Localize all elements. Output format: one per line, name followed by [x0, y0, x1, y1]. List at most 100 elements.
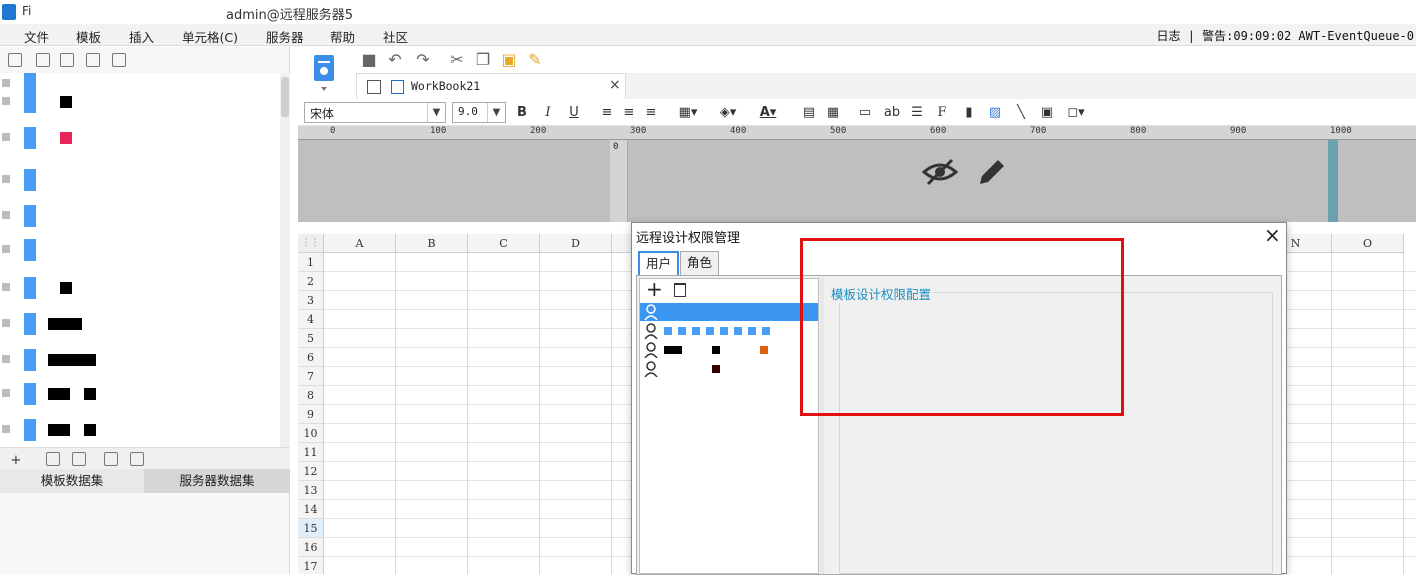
row-header[interactable]: 10: [298, 424, 324, 443]
tree-item[interactable]: [0, 383, 280, 405]
bold-button[interactable]: B: [514, 104, 530, 122]
copy-icon[interactable]: ❐: [474, 51, 492, 69]
fill-color-icon[interactable]: ◈▾: [714, 104, 742, 122]
user-list-item[interactable]: [640, 341, 818, 359]
tree-item[interactable]: [0, 205, 280, 227]
column-header[interactable]: B: [396, 234, 468, 253]
font-color-icon[interactable]: A▾: [754, 104, 782, 122]
tab-template-dataset[interactable]: 模板数据集: [0, 469, 144, 493]
subreport-icon[interactable]: ▣: [1038, 104, 1056, 122]
menu-insert[interactable]: 插入: [129, 27, 154, 46]
tree-item[interactable]: [0, 127, 280, 149]
row-header-selected[interactable]: 15: [298, 519, 324, 538]
row-header[interactable]: 5: [298, 329, 324, 348]
redo-icon[interactable]: ↷: [414, 51, 432, 69]
row-header[interactable]: 1: [298, 253, 324, 272]
tree-item[interactable]: [0, 277, 280, 299]
copy-icon[interactable]: [112, 53, 126, 67]
tree-item[interactable]: [0, 419, 280, 441]
preview-dataset-icon[interactable]: [104, 452, 118, 466]
row-header[interactable]: 16: [298, 538, 324, 557]
image-icon[interactable]: ▨: [986, 104, 1004, 122]
column-header[interactable]: C: [468, 234, 540, 253]
window-title: admin@远程服务器5: [226, 8, 354, 23]
delete-dataset-icon[interactable]: [72, 452, 86, 466]
edit-dataset-icon[interactable]: [46, 452, 60, 466]
menu-cell[interactable]: 单元格(C): [182, 27, 238, 46]
italic-button[interactable]: I: [540, 104, 556, 122]
menu-file[interactable]: 文件: [24, 27, 49, 46]
chart-icon[interactable]: ▮: [960, 104, 978, 122]
new-folder-icon[interactable]: [8, 53, 22, 67]
column-header[interactable]: O: [1332, 234, 1404, 253]
menu-template[interactable]: 模板: [76, 27, 101, 46]
font-name-select[interactable]: 宋体 ▼: [304, 102, 446, 123]
row-header[interactable]: 17: [298, 557, 324, 574]
row-header[interactable]: 6: [298, 348, 324, 367]
text-icon[interactable]: ab: [882, 104, 902, 122]
settings-icon[interactable]: [60, 53, 74, 67]
menu-help[interactable]: 帮助: [330, 27, 355, 46]
row-header[interactable]: 4: [298, 310, 324, 329]
paste-icon[interactable]: ▣: [500, 51, 518, 69]
tree-item[interactable]: [0, 169, 280, 191]
tree-item[interactable]: [0, 239, 280, 261]
row-header[interactable]: 7: [298, 367, 324, 386]
align-center-icon[interactable]: ≡: [620, 104, 638, 122]
tab-server-dataset[interactable]: 服务器数据集: [144, 469, 290, 493]
merge-cells-icon[interactable]: ▤: [800, 104, 818, 122]
slash-icon[interactable]: ╲: [1012, 104, 1030, 122]
row-header[interactable]: 14: [298, 500, 324, 519]
row-header[interactable]: 8: [298, 386, 324, 405]
close-tab-button[interactable]: ×: [609, 77, 621, 93]
column-header[interactable]: A: [324, 234, 396, 253]
menu-server[interactable]: 服务器: [266, 27, 304, 46]
user-list-item[interactable]: [640, 303, 818, 321]
undo-icon[interactable]: ↶: [386, 51, 404, 69]
split-cells-icon[interactable]: ▦: [824, 104, 842, 122]
user-list-item[interactable]: [640, 360, 818, 378]
tab-roles[interactable]: 角色: [680, 251, 720, 275]
align-left-icon[interactable]: ≡: [598, 104, 616, 122]
scroll-thumb[interactable]: [281, 77, 289, 117]
border-icon[interactable]: ▦▾: [674, 104, 702, 122]
hide-eye-icon[interactable]: [921, 156, 959, 188]
row-header[interactable]: 11: [298, 443, 324, 462]
pencil-icon[interactable]: [976, 156, 1008, 188]
align-right-icon[interactable]: ≡: [642, 104, 660, 122]
status-log[interactable]: 日志 | 警告:09:09:02 AWT-EventQueue-0: [1156, 27, 1414, 44]
column-header[interactable]: D: [540, 234, 612, 253]
row-header[interactable]: 13: [298, 481, 324, 500]
user-list-item[interactable]: [640, 322, 818, 340]
more-icon[interactable]: ◻▾: [1064, 104, 1088, 122]
tree-item[interactable]: [0, 313, 280, 335]
tree-item[interactable]: [0, 349, 280, 371]
edit-icon[interactable]: [36, 53, 50, 67]
cut-icon[interactable]: ✂: [448, 51, 466, 69]
row-header[interactable]: 9: [298, 405, 324, 424]
format-painter-icon[interactable]: ✎: [526, 51, 544, 69]
row-header[interactable]: 2: [298, 272, 324, 291]
row-header[interactable]: 3: [298, 291, 324, 310]
format-toolbar: 宋体 ▼ 9.0 ▼ B I U ≡ ≡ ≡ ▦▾ ◈▾ A▾ ▤ ▦ ▭ ab…: [298, 100, 1416, 126]
add-dataset-icon[interactable]: +: [6, 452, 26, 470]
save-icon[interactable]: ■: [360, 51, 378, 69]
delete-user-icon[interactable]: [674, 283, 686, 297]
dataset-settings-icon[interactable]: [130, 452, 144, 466]
menu-community[interactable]: 社区: [383, 27, 408, 46]
delete-icon[interactable]: [86, 53, 100, 67]
tree-item[interactable]: [0, 91, 280, 113]
formula-icon[interactable]: F: [932, 104, 952, 122]
underline-button[interactable]: U: [566, 104, 582, 122]
tab-workbook[interactable]: WorkBook21 ×: [356, 73, 626, 99]
paragraph-icon[interactable]: ☰: [908, 104, 926, 122]
select-all-corner[interactable]: ⋮⋮: [298, 234, 324, 253]
font-size-select[interactable]: 9.0 ▼: [452, 102, 506, 123]
tree-scrollbar[interactable]: [280, 73, 290, 459]
row-header[interactable]: 12: [298, 462, 324, 481]
tab-users[interactable]: 用户: [638, 251, 680, 275]
insert-row-icon[interactable]: ▭: [856, 104, 874, 122]
dialog-close-button[interactable]: ×: [1264, 223, 1281, 247]
designer-mode-icon[interactable]: [308, 53, 340, 93]
add-user-button[interactable]: +: [646, 277, 663, 301]
